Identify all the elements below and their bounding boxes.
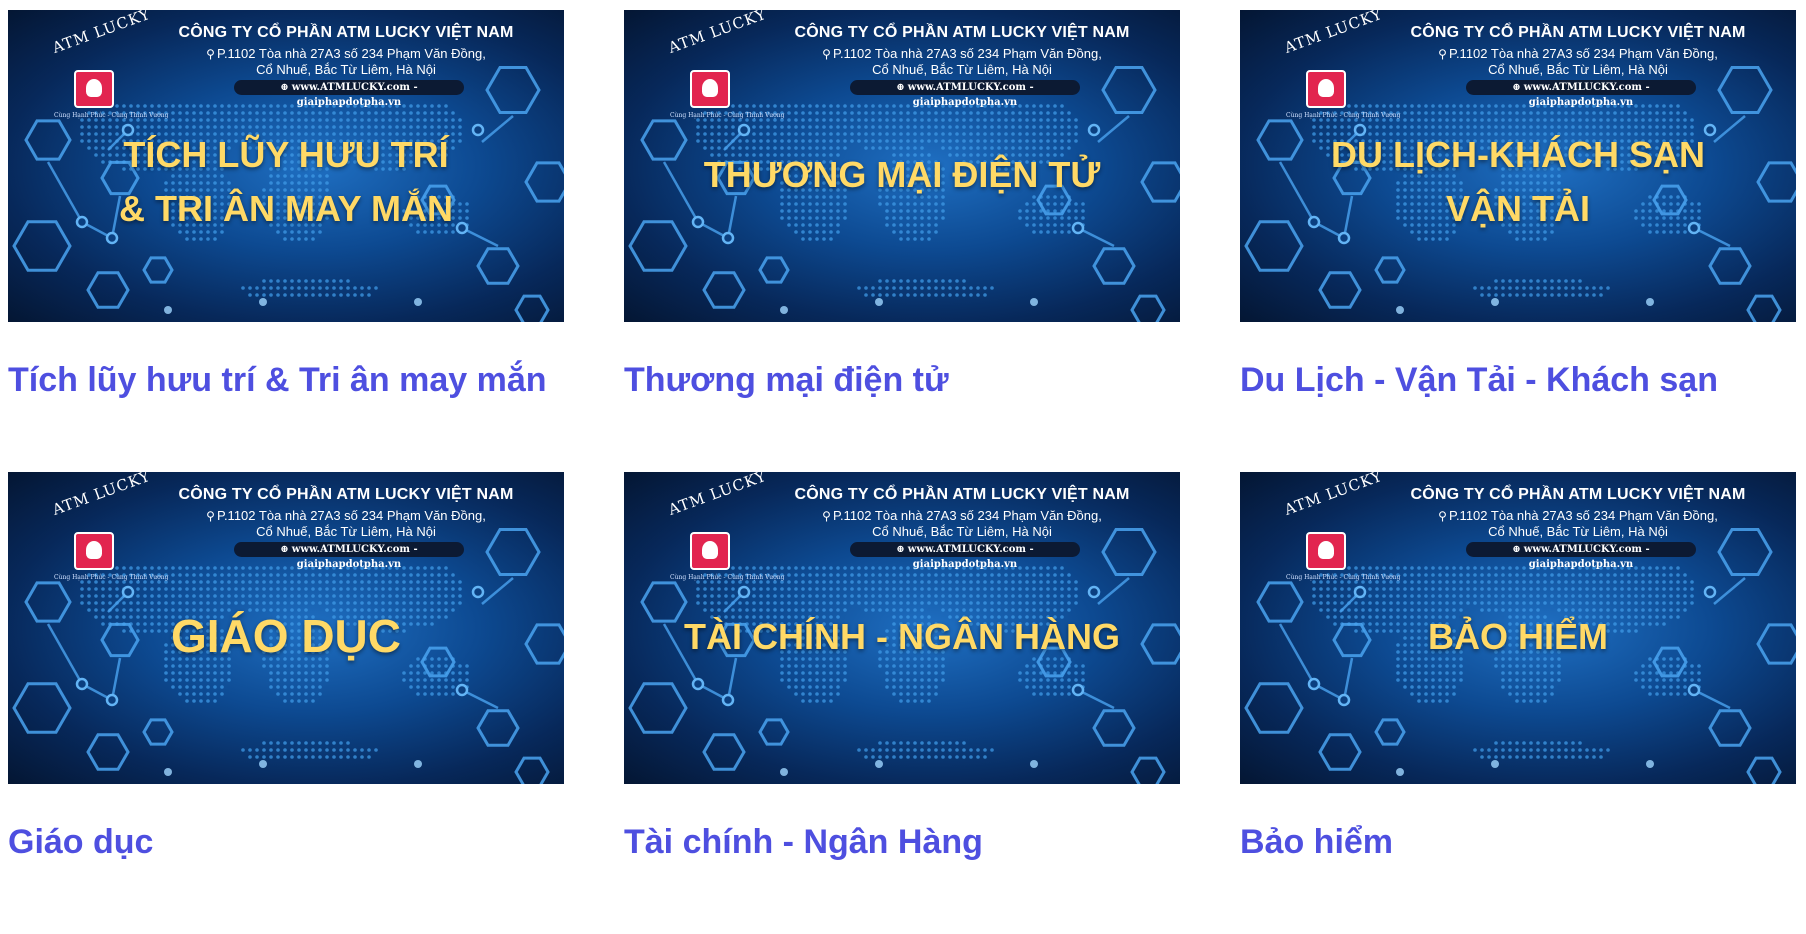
location-pin-icon: ⚲: [822, 509, 831, 523]
category-card: ATM LUCKY Cùng Hạnh Phúc - Cùng Thịnh Vư…: [1240, 10, 1796, 472]
company-address: ⚲ P.1102 Tòa nhà 27A3 số 234 Phạm Văn Đồn…: [206, 46, 486, 77]
logo-badge-icon: [690, 532, 730, 570]
banner-headline: BẢO HIỂM: [1428, 616, 1608, 657]
globe-icon: ⊕: [280, 544, 289, 555]
company-website: ⊕ www.ATMLUCKY.com - giaiphapdotpha.vn: [1466, 80, 1696, 108]
company-address: ⚲ P.1102 Tòa nhà 27A3 số 234 Phạm Văn Đồn…: [1438, 46, 1718, 77]
company-address: ⚲ P.1102 Tòa nhà 27A3 số 234 Phạm Văn Đồn…: [822, 508, 1102, 539]
company-website: ⊕ www.ATMLUCKY.com - giaiphapdotpha.vn: [1466, 542, 1696, 570]
category-thumbnail-link[interactable]: ATM LUCKY Cùng Hạnh Phúc - Cùng Thịnh Vư…: [1240, 472, 1796, 784]
company-website: ⊕ www.ATMLUCKY.com - giaiphapdotpha.vn: [234, 542, 464, 570]
location-pin-icon: ⚲: [206, 509, 215, 523]
category-title-link[interactable]: Tích lũy hưu trí & Tri ân may mắn: [8, 359, 547, 401]
globe-icon: ⊕: [1512, 544, 1521, 555]
atm-lucky-logo: ATM LUCKY Cùng Hạnh Phúc - Cùng Thịnh Vư…: [666, 10, 785, 119]
banner-headline: TÀI CHÍNH - NGÂN HÀNG: [684, 616, 1120, 657]
location-pin-icon: ⚲: [1438, 509, 1447, 523]
category-thumbnail-link[interactable]: ATM LUCKY Cùng Hạnh Phúc - Cùng Thịnh Vư…: [8, 10, 564, 322]
logo-badge-icon: [690, 70, 730, 108]
category-title-link[interactable]: Bảo hiểm: [1240, 821, 1393, 863]
company-address: ⚲ P.1102 Tòa nhà 27A3 số 234 Phạm Văn Đồn…: [1438, 508, 1718, 539]
atm-lucky-logo: ATM LUCKY Cùng Hạnh Phúc - Cùng Thịnh Vư…: [666, 472, 785, 581]
company-name: CÔNG TY CỔ PHẦN ATM LUCKY VIỆT NAM: [1410, 24, 1746, 41]
location-pin-icon: ⚲: [1438, 47, 1447, 61]
category-card: ATM LUCKY Cùng Hạnh Phúc - Cùng Thịnh Vư…: [8, 472, 564, 934]
category-thumbnail-link[interactable]: ATM LUCKY Cùng Hạnh Phúc - Cùng Thịnh Vư…: [1240, 10, 1796, 322]
company-name: CÔNG TY CỔ PHẦN ATM LUCKY VIỆT NAM: [178, 486, 514, 503]
company-website: ⊕ www.ATMLUCKY.com - giaiphapdotpha.vn: [850, 542, 1080, 570]
logo-badge-icon: [74, 70, 114, 108]
company-address: ⚲ P.1102 Tòa nhà 27A3 số 234 Phạm Văn Đồn…: [206, 508, 486, 539]
company-address: ⚲ P.1102 Tòa nhà 27A3 số 234 Phạm Văn Đồn…: [822, 46, 1102, 77]
category-title-link[interactable]: Giáo dục: [8, 821, 153, 863]
company-website: ⊕ www.ATMLUCKY.com - giaiphapdotpha.vn: [850, 80, 1080, 108]
category-title-link[interactable]: Du Lịch - Vận Tải - Khách sạn: [1240, 359, 1718, 401]
category-title-link[interactable]: Tài chính - Ngân Hàng: [624, 821, 983, 863]
banner-headline: TÍCH LŨY HƯU TRÍ & TRI ÂN MAY MẮN: [118, 134, 454, 229]
globe-icon: ⊕: [896, 82, 905, 93]
logo-badge-icon: [74, 532, 114, 570]
globe-icon: ⊕: [1512, 82, 1521, 93]
company-website: ⊕ www.ATMLUCKY.com - giaiphapdotpha.vn: [234, 80, 464, 108]
atm-lucky-logo: ATM LUCKY Cùng Hạnh Phúc - Cùng Thịnh Vư…: [50, 10, 169, 119]
banner-headline: GIÁO DỤC: [171, 610, 401, 662]
category-thumbnail-link[interactable]: ATM LUCKY Cùng Hạnh Phúc - Cùng Thịnh Vư…: [8, 472, 564, 784]
category-card: ATM LUCKY Cùng Hạnh Phúc - Cùng Thịnh Vư…: [8, 10, 564, 472]
company-name: CÔNG TY CỔ PHẦN ATM LUCKY VIỆT NAM: [178, 24, 514, 41]
location-pin-icon: ⚲: [206, 47, 215, 61]
atm-lucky-logo: ATM LUCKY Cùng Hạnh Phúc - Cùng Thịnh Vư…: [1282, 472, 1401, 581]
globe-icon: ⊕: [896, 544, 905, 555]
atm-lucky-logo: ATM LUCKY Cùng Hạnh Phúc - Cùng Thịnh Vư…: [50, 472, 169, 581]
atm-lucky-logo: ATM LUCKY Cùng Hạnh Phúc - Cùng Thịnh Vư…: [1282, 10, 1401, 119]
category-card: ATM LUCKY Cùng Hạnh Phúc - Cùng Thịnh Vư…: [624, 10, 1180, 472]
category-title-link[interactable]: Thương mại điện tử: [624, 359, 949, 401]
location-pin-icon: ⚲: [822, 47, 831, 61]
category-thumbnail-link[interactable]: ATM LUCKY Cùng Hạnh Phúc - Cùng Thịnh Vư…: [624, 472, 1180, 784]
category-grid: ATM LUCKY Cùng Hạnh Phúc - Cùng Thịnh Vư…: [8, 10, 1796, 934]
logo-badge-icon: [1306, 532, 1346, 570]
company-name: CÔNG TY CỔ PHẦN ATM LUCKY VIỆT NAM: [1410, 486, 1746, 503]
category-thumbnail-link[interactable]: ATM LUCKY Cùng Hạnh Phúc - Cùng Thịnh Vư…: [624, 10, 1180, 322]
category-card: ATM LUCKY Cùng Hạnh Phúc - Cùng Thịnh Vư…: [1240, 472, 1796, 934]
category-card: ATM LUCKY Cùng Hạnh Phúc - Cùng Thịnh Vư…: [624, 472, 1180, 934]
globe-icon: ⊕: [280, 82, 289, 93]
banner-headline: DU LỊCH-KHÁCH SẠN VẬN TẢI: [1331, 134, 1705, 229]
banner-headline: THƯƠNG MẠI ĐIỆN TỬ: [703, 154, 1101, 195]
logo-badge-icon: [1306, 70, 1346, 108]
company-name: CÔNG TY CỔ PHẦN ATM LUCKY VIỆT NAM: [794, 24, 1130, 41]
company-name: CÔNG TY CỔ PHẦN ATM LUCKY VIỆT NAM: [794, 486, 1130, 503]
